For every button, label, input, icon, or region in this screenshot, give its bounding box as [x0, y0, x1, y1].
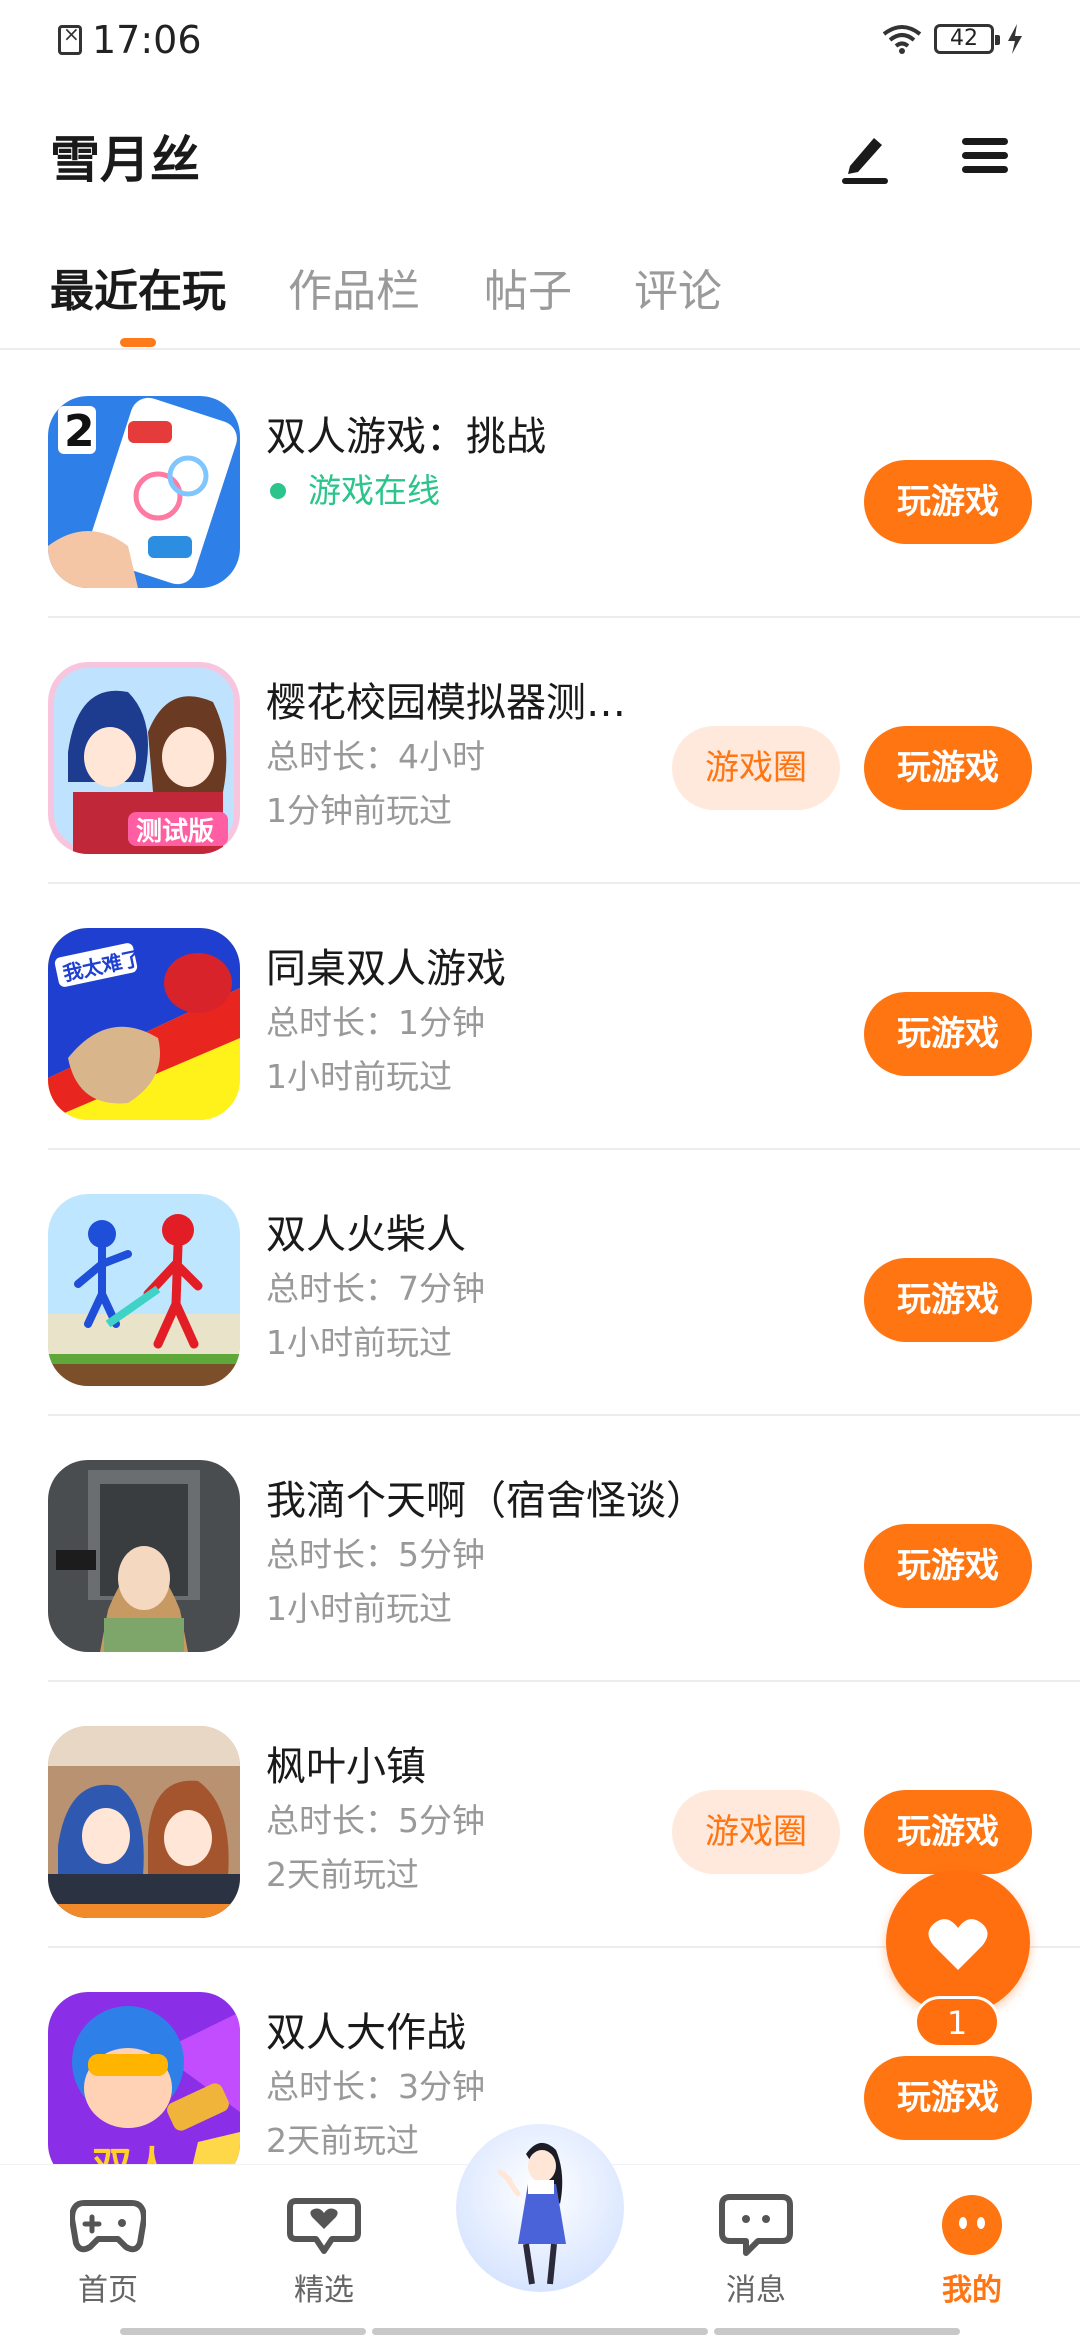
avatar-character	[497, 2142, 566, 2285]
game-info: 我滴个天啊（宿舍怪谈） 总时长：5分钟 1小时前玩过	[266, 1474, 786, 1636]
wifi-icon	[882, 25, 922, 54]
play-duration: 总时长：5分钟	[266, 1801, 485, 1840]
nav-label: 精选	[294, 2273, 354, 2308]
list-item[interactable]: 我太难了 同桌双人游戏 总时长：1分钟 1小时前玩过 玩游戏	[48, 884, 1080, 1150]
status-time: 17:06	[58, 18, 202, 62]
play-game-button[interactable]: 玩游戏	[864, 992, 1032, 1076]
play-game-button[interactable]: 玩游戏	[864, 1524, 1032, 1608]
page-title: 雪月丝	[50, 131, 200, 189]
game-icon	[48, 1194, 240, 1386]
profile-face-icon	[942, 2195, 1002, 2255]
profile-header: 雪月丝	[0, 100, 1080, 210]
battery-icon: 42	[934, 24, 1000, 54]
game-icon	[48, 1460, 240, 1652]
game-icon	[48, 1726, 240, 1918]
play-duration: 总时长：1分钟	[266, 1003, 485, 1042]
menu-button[interactable]	[950, 120, 1020, 190]
game-title: 双人大作战	[266, 2010, 466, 2056]
game-info: 双人游戏：挑战 游戏在线	[266, 410, 706, 518]
game-title: 我滴个天啊（宿舍怪谈）	[266, 1478, 706, 1524]
gamepad-icon	[70, 2200, 146, 2253]
play-game-button[interactable]: 玩游戏	[864, 1790, 1032, 1874]
tab-comments[interactable]: 评论	[634, 255, 722, 319]
play-duration: 总时长：4小时	[266, 737, 485, 776]
play-game-button[interactable]: 玩游戏	[864, 726, 1032, 810]
play-game-button[interactable]: 玩游戏	[864, 1258, 1032, 1342]
last-played: 1小时前玩过	[266, 1589, 452, 1628]
center-avatar-button[interactable]	[456, 2124, 624, 2292]
tab-bar: 最近在玩 作品栏 帖子 评论	[0, 240, 1080, 350]
last-played: 2天前玩过	[266, 1855, 419, 1894]
game-info: 同桌双人游戏 总时长：1分钟 1小时前玩过	[266, 942, 706, 1104]
pen-icon	[842, 138, 888, 184]
tab-recent-play[interactable]: 最近在玩	[50, 255, 226, 319]
active-tab-indicator	[120, 338, 156, 347]
game-online-status: 游戏在线	[270, 464, 706, 518]
like-count-badge: 1	[914, 1996, 1000, 2048]
home-indicator	[120, 2328, 366, 2335]
list-item[interactable]: 我滴个天啊（宿舍怪谈） 总时长：5分钟 1小时前玩过 玩游戏	[48, 1416, 1080, 1682]
online-dot-icon	[270, 483, 286, 499]
floating-like-button[interactable]	[886, 1870, 1030, 2014]
list-item[interactable]: 双人火柴人 总时长：7分钟 1小时前玩过 玩游戏	[48, 1150, 1080, 1416]
nav-label: 我的	[942, 2273, 1002, 2308]
list-item[interactable]: 2 双人游戏：挑战 游戏在线 玩游戏	[48, 352, 1080, 618]
status-bar: 17:06 42	[0, 0, 1080, 84]
play-duration: 总时长：7分钟	[266, 1269, 485, 1308]
game-icon: 2	[48, 396, 240, 588]
game-title: 同桌双人游戏	[266, 946, 506, 992]
tab-works[interactable]: 作品栏	[288, 255, 420, 319]
game-circle-button[interactable]: 游戏圈	[672, 1790, 840, 1874]
home-indicator	[372, 2328, 708, 2335]
svg-text:测试版: 测试版	[136, 817, 214, 847]
nav-home[interactable]: 首页	[48, 2193, 168, 2309]
online-text: 游戏在线	[308, 471, 440, 510]
nav-messages[interactable]: 消息	[696, 2193, 816, 2309]
list-item[interactable]: 测试版 樱花校园模拟器测试版 总时长：4小时 1分钟前玩过 游戏圈 玩游戏	[48, 618, 1080, 884]
last-played: 1小时前玩过	[266, 1323, 452, 1362]
game-info: 枫叶小镇 总时长：5分钟 2天前玩过	[266, 1740, 646, 1902]
menu-icon	[962, 138, 1008, 173]
game-circle-button[interactable]: 游戏圈	[672, 726, 840, 810]
play-duration: 总时长：5分钟	[266, 1535, 485, 1574]
last-played: 1分钟前玩过	[266, 791, 452, 830]
time-text: 17:06	[92, 18, 202, 62]
game-title: 枫叶小镇	[266, 1744, 426, 1790]
heart-icon	[928, 1919, 988, 1970]
game-info: 双人火柴人 总时长：7分钟 1小时前玩过	[266, 1208, 706, 1370]
svg-text:2: 2	[64, 406, 95, 457]
game-title: 双人游戏：挑战	[266, 414, 546, 460]
game-icon: 我太难了	[48, 928, 240, 1120]
game-title: 樱花校园模拟器测试版	[266, 680, 646, 726]
game-icon: 双人	[48, 1992, 240, 2164]
nav-label: 首页	[78, 2273, 138, 2308]
game-info: 樱花校园模拟器测试版 总时长：4小时 1分钟前玩过	[266, 676, 646, 838]
status-icons: 42	[882, 24, 1024, 54]
no-sim-icon	[58, 22, 82, 55]
game-icon: 测试版	[48, 662, 240, 854]
play-game-button[interactable]: 玩游戏	[864, 2056, 1032, 2140]
charging-icon	[1008, 24, 1022, 54]
play-game-button[interactable]: 玩游戏	[864, 460, 1032, 544]
nav-me[interactable]: 我的	[912, 2193, 1032, 2309]
svg-text:双人: 双人	[92, 2144, 172, 2164]
battery-level: 42	[950, 26, 978, 51]
last-played: 1小时前玩过	[266, 1057, 452, 1096]
nav-featured[interactable]: 精选	[264, 2193, 384, 2309]
heart-chat-icon	[287, 2198, 361, 2254]
game-title: 双人火柴人	[266, 1212, 466, 1258]
message-icon	[719, 2194, 793, 2256]
tab-posts[interactable]: 帖子	[484, 255, 572, 319]
edit-button[interactable]	[830, 120, 900, 190]
play-duration: 总时长：3分钟	[266, 2067, 485, 2106]
home-indicator	[714, 2328, 960, 2335]
nav-label: 消息	[726, 2273, 786, 2308]
